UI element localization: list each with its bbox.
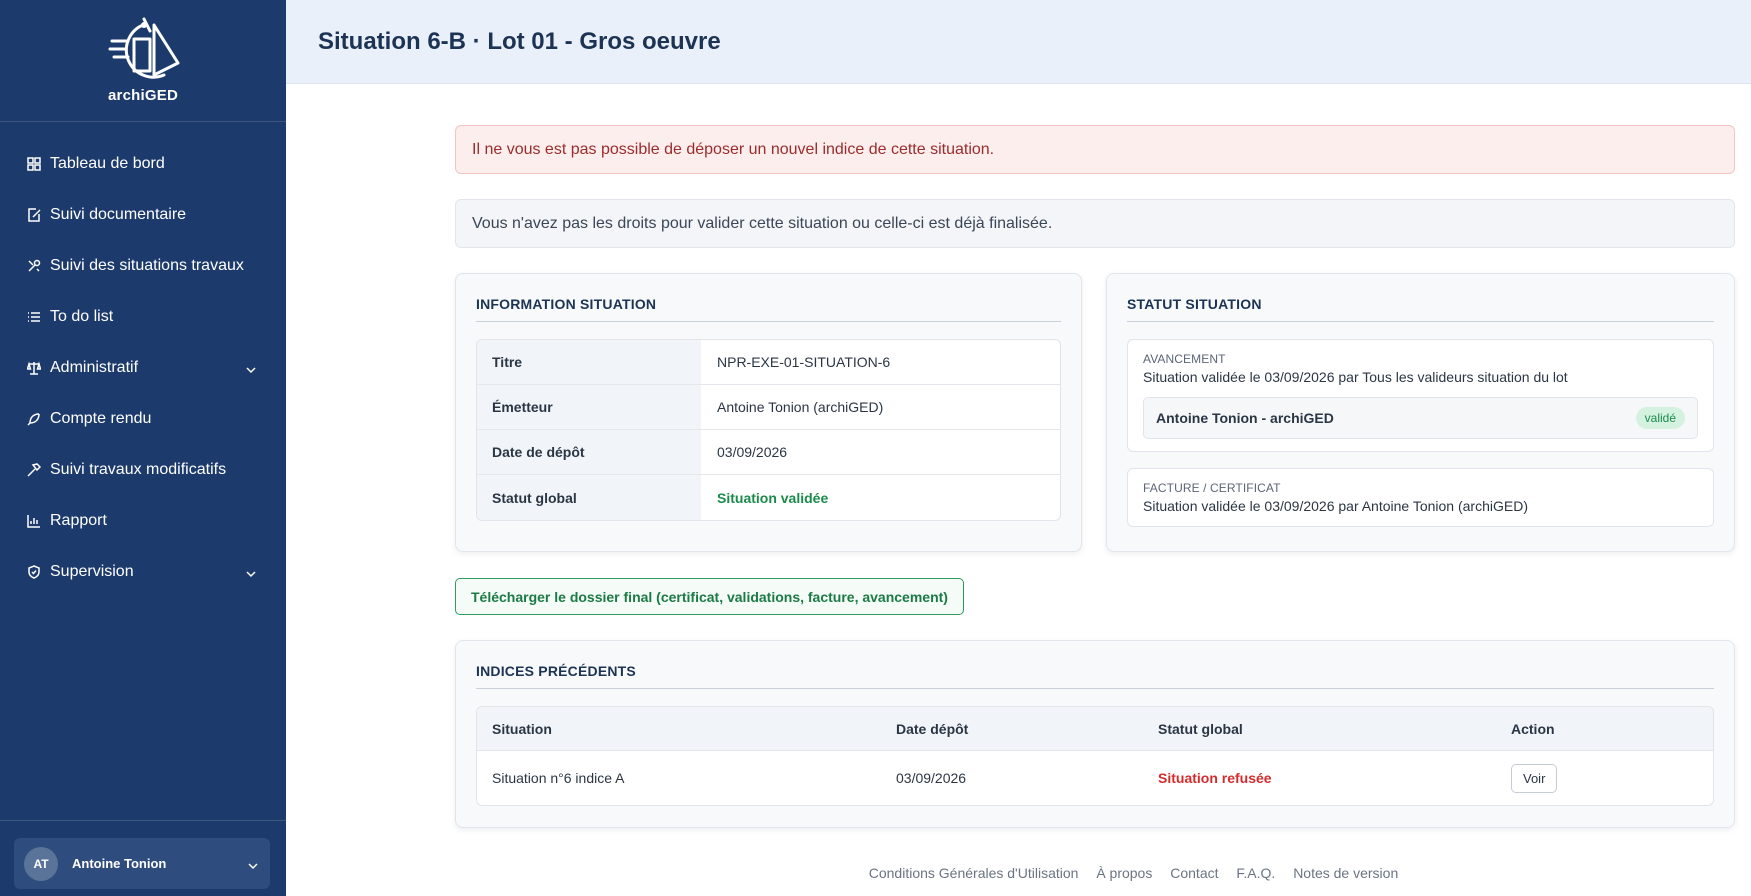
sidebar-item-suivi-situations-travaux[interactable]: Suivi des situations travaux [0,240,286,291]
card-title: STATUT SITUATION [1127,296,1714,322]
logo[interactable]: archiGED [0,0,286,122]
column-header: Action [1511,720,1555,737]
user-name: Antoine Tonion [72,856,167,871]
info-alert: Vous n'avez pas les droits pour valider … [455,199,1735,248]
info-label: Émetteur [477,385,701,429]
sidebar-item-label: Supervision [50,562,134,580]
validator-row: Antoine Tonion - archiGED validé [1143,397,1698,439]
download-final-folder-button[interactable]: Télécharger le dossier final (certificat… [455,578,964,615]
grid-icon [26,156,42,172]
table-header: Situation Date dépôt Statut global Actio… [477,707,1713,751]
sidebar-item-rapport[interactable]: Rapport [0,495,286,546]
column-header: Date dépôt [896,720,969,737]
bar-chart-icon [26,513,42,529]
document-edit-icon [26,207,42,223]
column-header: Situation [492,720,552,737]
avancement-text: Situation validée le 03/09/2026 par Tous… [1143,369,1568,385]
footer-link-a-propos[interactable]: À propos [1096,865,1152,881]
sidebar-divider [0,820,286,821]
facture-caption: FACTURE / CERTIFICAT [1143,481,1281,495]
avancement-caption: AVANCEMENT [1143,352,1226,366]
footer-link-cgu[interactable]: Conditions Générales d'Utilisation [869,865,1079,881]
error-alert: Il ne vous est pas possible de déposer u… [455,125,1735,174]
table-row: Situation n°6 indice A 03/09/2026 Situat… [477,751,1713,805]
sidebar-item-supervision[interactable]: Supervision [0,546,286,597]
info-label: Date de dépôt [477,430,701,474]
footer-link-notes-version[interactable]: Notes de version [1293,865,1398,881]
sidebar-item-tableau-de-bord[interactable]: Tableau de bord [0,138,286,189]
chevron-down-icon [246,361,256,379]
status-value: Situation validée [717,489,829,506]
hammer-icon [26,462,42,478]
info-row-titre: Titre NPR-EXE-01-SITUATION-6 [477,340,1060,385]
situation-cell: Situation n°6 indice A [492,770,625,786]
card-title: INFORMATION SITUATION [476,296,1061,322]
sidebar-item-label: Administratif [50,358,139,376]
archiged-logo-icon [108,17,180,79]
info-table: Titre NPR-EXE-01-SITUATION-6 Émetteur An… [476,339,1061,521]
facture-text: Situation validée le 03/09/2026 par Anto… [1143,498,1528,514]
info-value: NPR-EXE-01-SITUATION-6 [717,354,891,370]
tools-icon [26,258,42,274]
sidebar-item-label: Tableau de bord [50,154,165,172]
sidebar-item-administratif[interactable]: Administratif [0,342,286,393]
sidebar-item-label: Compte rendu [50,409,152,427]
previous-indices-table: Situation Date dépôt Statut global Actio… [476,706,1714,806]
info-row-date-depot: Date de dépôt 03/09/2026 [477,430,1060,475]
avatar: AT [24,846,58,881]
info-label: Titre [477,340,701,384]
info-value: Antoine Tonion (archiGED) [717,399,884,415]
validator-name: Antoine Tonion - archiGED [1156,410,1334,426]
footer-link-contact[interactable]: Contact [1170,865,1218,881]
page-header: Situation 6-B · Lot 01 - Gros oeuvre [286,0,1751,84]
voir-button[interactable]: Voir [1511,763,1558,793]
sidebar-item-label: Suivi documentaire [50,205,187,223]
sidebar-item-label: To do list [50,307,114,325]
indices-precedents-card: INDICES PRÉCÉDENTS Situation Date dépôt … [455,640,1735,828]
avancement-box: AVANCEMENT Situation validée le 03/09/20… [1127,339,1714,452]
status-cell: Situation refusée [1158,770,1272,786]
main-content: Il ne vous est pas possible de déposer u… [286,84,1751,896]
brand-name: archiGED [108,87,178,104]
information-situation-card: INFORMATION SITUATION Titre NPR-EXE-01-S… [455,273,1082,552]
feather-icon [26,411,42,427]
footer-link-faq[interactable]: F.A.Q. [1236,865,1275,881]
info-value: 03/09/2026 [717,444,788,460]
facture-box: FACTURE / CERTIFICAT Situation validée l… [1127,468,1714,527]
info-row-emetteur: Émetteur Antoine Tonion (archiGED) [477,385,1060,430]
sidebar: archiGED Tableau de bord Suivi documenta… [0,0,286,896]
sidebar-item-label: Rapport [50,511,107,529]
list-icon [26,309,42,325]
sidebar-item-to-do-list[interactable]: To do list [0,291,286,342]
status-badge: validé [1635,407,1685,429]
sidebar-item-suivi-documentaire[interactable]: Suivi documentaire [0,189,286,240]
user-menu[interactable]: AT Antoine Tonion [14,838,270,889]
column-header: Statut global [1158,720,1243,737]
date-cell: 03/09/2026 [896,770,967,786]
page-title: Situation 6-B · Lot 01 - Gros oeuvre [318,27,721,55]
statut-situation-card: STATUT SITUATION AVANCEMENT Situation va… [1106,273,1735,552]
info-row-statut-global: Statut global Situation validée [477,475,1060,520]
info-label: Statut global [477,475,701,520]
shield-icon [26,564,42,580]
chevron-down-icon [246,565,256,583]
card-title: INDICES PRÉCÉDENTS [476,663,1714,689]
footer: Conditions Générales d'Utilisation À pro… [286,865,1751,881]
sidebar-item-label: Suivi travaux modificatifs [50,460,227,478]
action-cell: Voir [1511,763,1713,793]
sidebar-item-compte-rendu[interactable]: Compte rendu [0,393,286,444]
main-nav: Tableau de bord Suivi documentaire Suivi… [0,122,286,597]
chevron-down-icon [248,857,258,875]
sidebar-item-suivi-travaux-modificatifs[interactable]: Suivi travaux modificatifs [0,444,286,495]
scale-icon [26,360,42,376]
sidebar-item-label: Suivi des situations travaux [50,256,244,274]
